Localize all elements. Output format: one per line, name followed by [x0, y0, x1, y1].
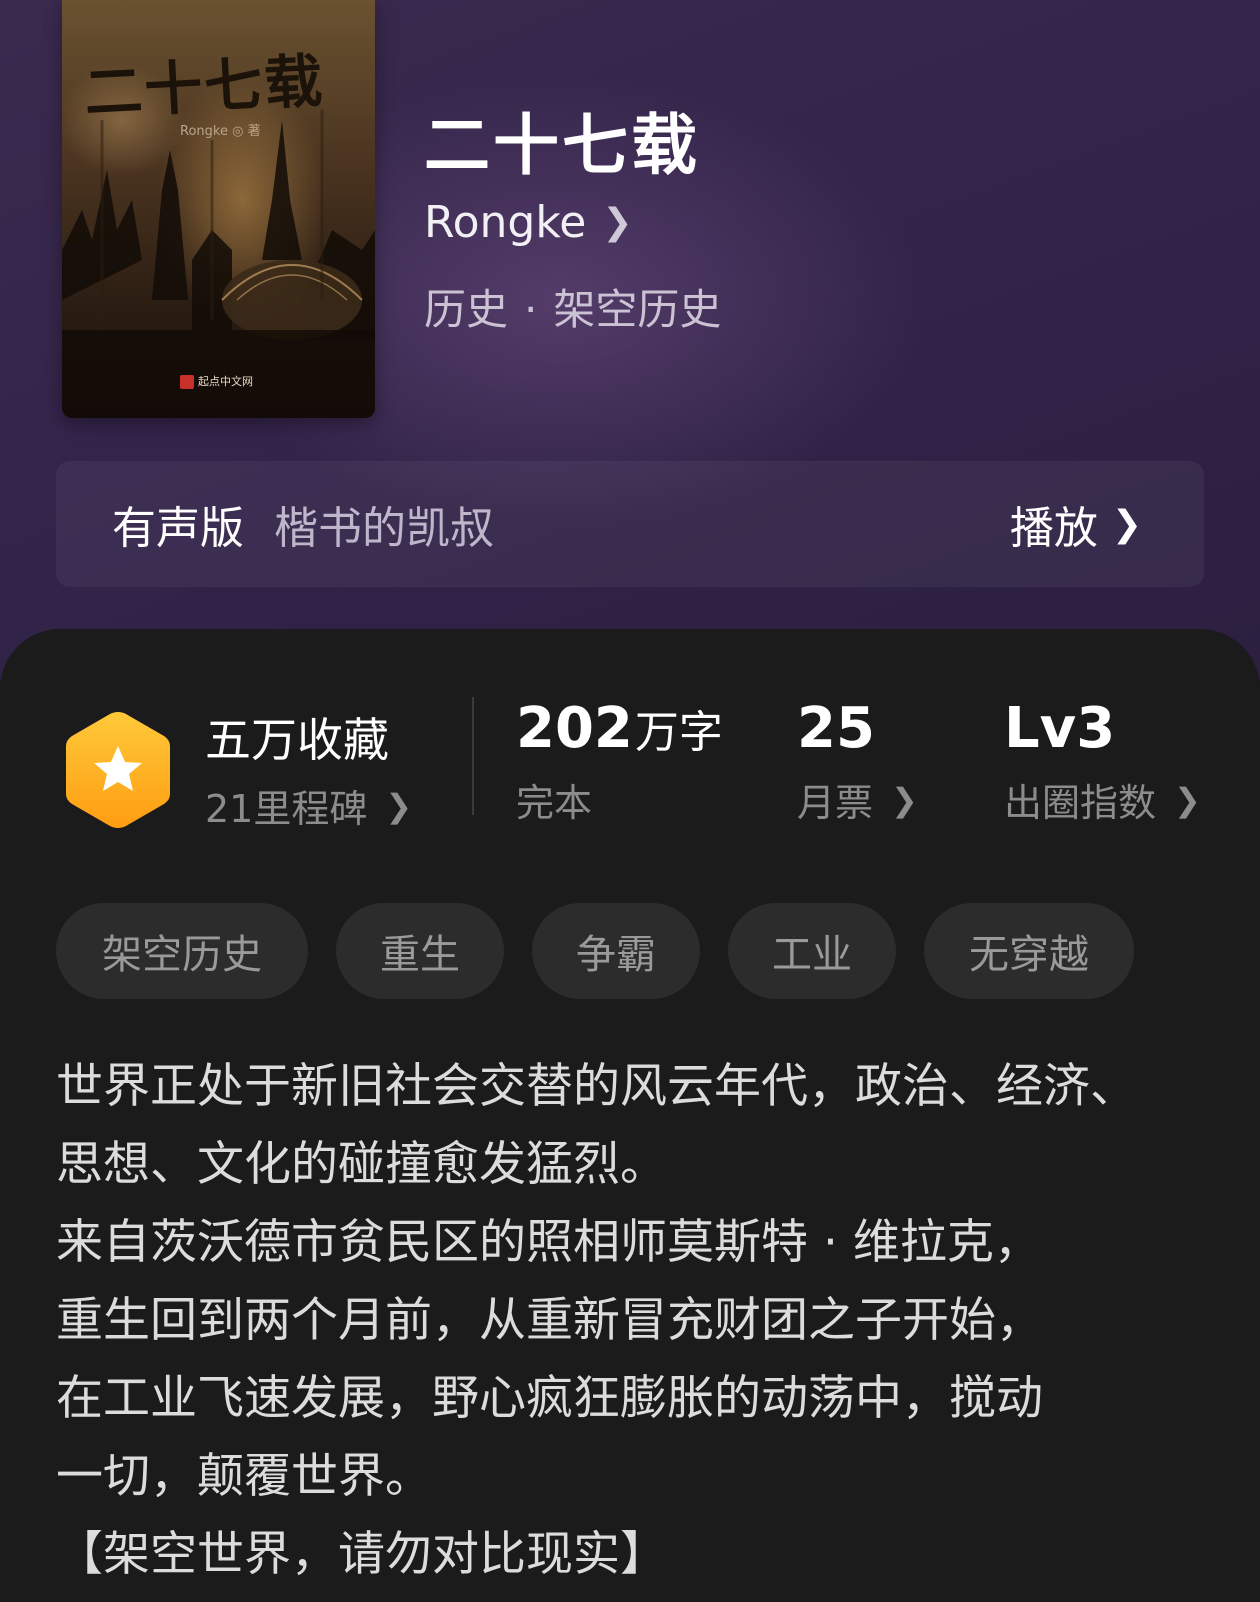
- book-synopsis[interactable]: 世界正处于新旧社会交替的风云年代，政治、经济、 思想、文化的碰撞愈发猛烈。 来自…: [56, 1048, 1216, 1594]
- synopsis-line: 思想、文化的碰撞愈发猛烈。: [56, 1137, 667, 1192]
- word-count-unit: 万字: [634, 707, 723, 758]
- synopsis-line: 【架空世界，请勿对比现实】: [56, 1527, 667, 1582]
- monthly-ticket-label: 月票: [797, 781, 874, 825]
- milestone-text: 21里程碑: [205, 787, 368, 831]
- chevron-right-icon: ❯: [385, 786, 413, 825]
- tag-chip[interactable]: 无穿越: [924, 903, 1134, 999]
- tag-chip[interactable]: 架空历史: [56, 903, 308, 999]
- word-count-row: 202 万字: [516, 696, 723, 766]
- audio-version-bar[interactable]: 有声版 楷书的凯叔 播放 ❯: [56, 461, 1204, 587]
- genre-separator: ·: [524, 285, 538, 334]
- book-cover[interactable]: 二十七载 Rongke ◎ 著 起点中文网: [62, 0, 375, 418]
- cover-publisher-text: 起点中文网: [198, 375, 253, 388]
- stats-divider: [472, 697, 474, 815]
- monthly-ticket-value: 25: [797, 696, 875, 761]
- audio-version-label: 有声版: [112, 503, 244, 554]
- tag-chip[interactable]: 争霸: [532, 903, 700, 999]
- completion-status: 完本: [516, 781, 593, 825]
- monthly-ticket-row: 月票 ❯: [797, 772, 918, 827]
- influence-index-label: 出圈指数: [1004, 781, 1157, 825]
- synopsis-line: 来自茨沃德市贫民区的照相师莫斯特 · 维拉克，: [56, 1215, 1041, 1270]
- synopsis-line: 重生回到两个月前，从重新冒充财团之子开始，: [56, 1293, 1043, 1348]
- cover-publisher: 起点中文网: [180, 373, 253, 389]
- cover-author-text: Rongke ◎ 著: [180, 124, 261, 139]
- synopsis-line: 一切，颠覆世界。: [56, 1449, 432, 1504]
- genre-main: 历史: [424, 285, 509, 334]
- synopsis-line: 世界正处于新旧社会交替的风云年代，政治、经济、: [56, 1059, 1137, 1114]
- word-count-stat: 202 万字 完本: [516, 696, 723, 827]
- chevron-right-icon: ❯: [891, 780, 918, 819]
- level-value: Lv3: [1004, 696, 1116, 761]
- star-hexagon-icon: [66, 712, 170, 828]
- book-title: 二十七载: [424, 107, 700, 184]
- monthly-ticket-stat[interactable]: 25 月票 ❯: [797, 696, 918, 827]
- chevron-right-icon: ❯: [1174, 780, 1201, 819]
- collection-title: 五万收藏: [205, 713, 389, 767]
- author-link[interactable]: Rongke ❯: [424, 194, 633, 250]
- tag-chip[interactable]: 工业: [728, 903, 896, 999]
- genre-row: 历史 · 架空历史: [424, 276, 721, 337]
- author-name: Rongke: [424, 196, 587, 248]
- cover-title-text: 二十七载: [82, 46, 326, 128]
- publisher-logo-icon: [180, 375, 194, 389]
- synopsis-line: 在工业飞速发展，野心疯狂膨胀的动荡中，搅动: [56, 1371, 1043, 1426]
- influence-index-row: 出圈指数 ❯: [1004, 772, 1201, 827]
- book-detail-page: 二十七载 Rongke ◎ 著 起点中文网 二十七载 Rongke ❯ 历史 · 架…: [0, 0, 1260, 1602]
- influence-index-stat[interactable]: Lv3 出圈指数 ❯: [1004, 696, 1201, 827]
- tag-chip[interactable]: 重生: [336, 903, 504, 999]
- chevron-right-icon: ❯: [602, 201, 633, 243]
- play-label: 播放: [1009, 503, 1098, 554]
- collection-sub-row: 21里程碑 ❯: [205, 778, 412, 833]
- play-button[interactable]: 播放 ❯: [1010, 461, 1142, 587]
- collection-stat[interactable]: 五万收藏 21里程碑 ❯: [205, 704, 412, 833]
- word-count-value: 202: [516, 696, 633, 761]
- genre-sub: 架空历史: [553, 285, 722, 334]
- tag-list: 架空历史 重生 争霸 工业 无穿越: [56, 903, 1162, 999]
- audio-narrator: 楷书的凯叔: [274, 503, 494, 554]
- chevron-right-icon: ❯: [1111, 503, 1142, 545]
